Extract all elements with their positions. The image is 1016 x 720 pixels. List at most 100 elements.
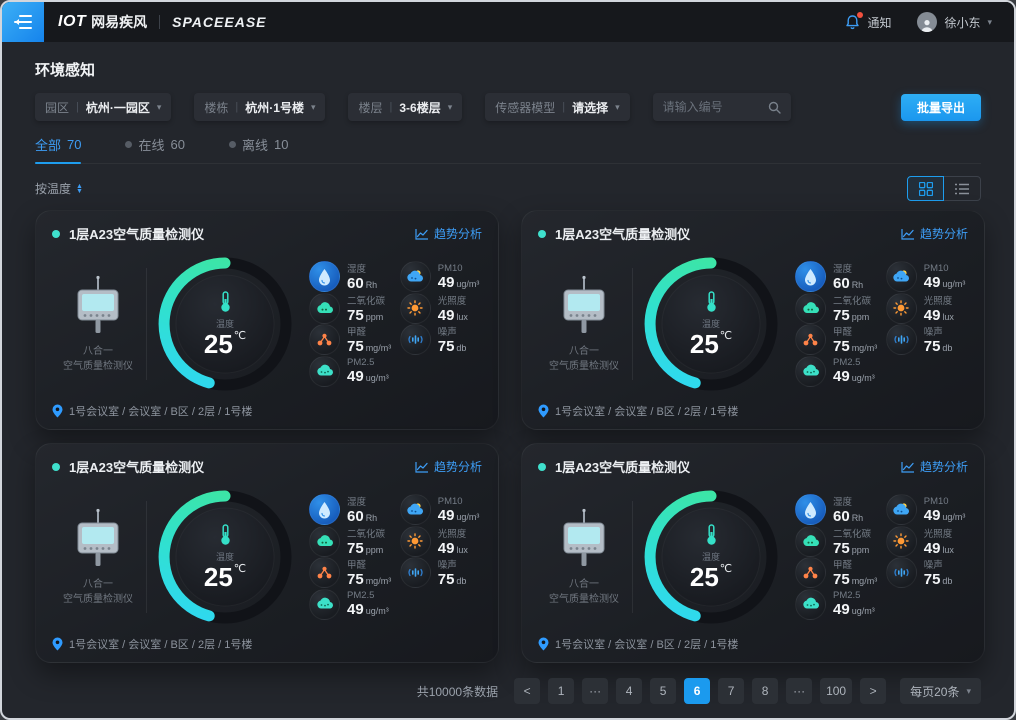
gauge-unit: ℃ (720, 329, 732, 342)
metric-name: 二氧化碳 (833, 293, 871, 307)
metric-unit: ug/m³ (456, 279, 479, 289)
device-caption-line1: 八合一 (549, 577, 619, 592)
metric-name: 甲醛 (347, 557, 391, 571)
page-button[interactable]: 100 (820, 678, 852, 704)
metric-illuminance: 光照度 49 lux (886, 293, 968, 325)
online-status-icon (538, 230, 546, 238)
metric-co2: 二氧化碳 75 ppm (795, 526, 880, 558)
floor-filter[interactable]: 楼层 | 3-6楼层 ▾ (348, 93, 462, 121)
vertical-divider (146, 501, 147, 613)
tab-online-label: 在线 (138, 135, 164, 154)
metric-unit: ug/m³ (942, 279, 965, 289)
formaldehyde-icon (795, 324, 826, 355)
trend-analysis-link[interactable]: 趋势分析 (901, 458, 968, 475)
metric-illuminance: 光照度 49 lux (400, 293, 482, 325)
lux-icon (400, 293, 431, 324)
card-body: 八合一 空气质量检测仪 (52, 480, 482, 634)
metric-value: 49 (438, 275, 455, 292)
search-icon[interactable] (768, 101, 781, 114)
tab-offline-label: 离线 (242, 135, 268, 154)
device-location: 1号会议室 / 会议室 / B区 / 2层 / 1号楼 (69, 636, 252, 652)
tab-all-label: 全部 (35, 135, 61, 154)
pm10-icon (400, 261, 431, 292)
online-status-icon (52, 230, 60, 238)
page-next-button[interactable]: > (860, 678, 886, 704)
sensor-model-filter[interactable]: 传感器模型 | 请选择 ▾ (485, 93, 629, 121)
metric-value: 75 (347, 308, 364, 325)
page-button[interactable]: 1 (548, 678, 574, 704)
park-filter[interactable]: 园区 | 杭州·一园区 ▾ (35, 93, 171, 121)
logo-iot-text: IOT (58, 13, 86, 31)
thermometer-icon (218, 291, 233, 313)
batch-export-button[interactable]: 批量导出 (901, 94, 981, 121)
filter-separator: | (562, 101, 565, 113)
page-size-select[interactable]: 每页20条 ▾ (900, 678, 981, 704)
tab-online[interactable]: 在线 60 (125, 135, 184, 163)
page-button-active[interactable]: 6 (684, 678, 710, 704)
grid-view-button[interactable] (907, 176, 944, 201)
humidity-icon (795, 494, 826, 525)
gauge-center: 温度 25 ℃ (636, 249, 786, 399)
page-ellipsis[interactable]: ··· (786, 678, 812, 704)
metric-unit: ug/m³ (366, 373, 389, 383)
temperature-gauge: 温度 25 ℃ (150, 249, 300, 399)
pm10-icon (886, 494, 917, 525)
card-footer: 1号会议室 / 会议室 / B区 / 2层 / 1号楼 (52, 403, 482, 419)
gauge-unit: ℃ (234, 329, 246, 342)
tab-all[interactable]: 全部 70 (35, 135, 81, 163)
metric-name: 二氧化碳 (347, 293, 385, 307)
sidebar-collapse-button[interactable] (2, 2, 44, 42)
formaldehyde-icon (309, 557, 340, 588)
logo-brand-text: 网易疾风 (91, 12, 147, 32)
device-title: 1层A23空气质量检测仪 (555, 457, 690, 476)
sort-by-temperature[interactable]: 按温度 ▲▼ (35, 180, 83, 197)
metric-pm25: PM2.5 49 ug/m³ (795, 589, 880, 621)
tab-offline[interactable]: 离线 10 (229, 135, 288, 163)
page-button[interactable]: 7 (718, 678, 744, 704)
building-filter[interactable]: 楼栋 | 杭州·1号楼 ▾ (194, 93, 325, 121)
metric-value: 75 (924, 339, 941, 356)
trend-analysis-link[interactable]: 趋势分析 (415, 458, 482, 475)
metric-name: 二氧化碳 (347, 526, 385, 540)
page-prev-button[interactable]: < (514, 678, 540, 704)
page-button[interactable]: 4 (616, 678, 642, 704)
collapse-menu-icon (14, 15, 32, 29)
building-filter-label: 楼栋 (204, 99, 228, 116)
co2-icon (795, 526, 826, 557)
metric-unit: lux (456, 545, 468, 555)
online-status-icon (538, 463, 546, 471)
pm25-icon (795, 589, 826, 620)
temperature-gauge: 温度 25 ℃ (150, 482, 300, 632)
metric-name: 噪声 (438, 557, 467, 571)
page-button[interactable]: 5 (650, 678, 676, 704)
page-ellipsis[interactable]: ··· (582, 678, 608, 704)
card-body: 八合一 空气质量检测仪 (52, 247, 482, 401)
notifications-button[interactable]: 通知 (845, 14, 891, 31)
card-header: 1层A23空气质量检测仪 趋势分析 (538, 457, 968, 476)
metric-humidity: 湿度 60 Rh (795, 261, 880, 293)
park-filter-value: 杭州·一园区 (86, 99, 150, 116)
metric-formaldehyde: 甲醛 75 mg/m³ (795, 324, 880, 356)
device-caption-line2: 空气质量检测仪 (549, 592, 619, 607)
trend-analysis-link[interactable]: 趋势分析 (901, 225, 968, 242)
metric-name: 湿度 (347, 261, 377, 275)
metric-unit: ug/m³ (456, 512, 479, 522)
trend-analysis-link[interactable]: 趋势分析 (415, 225, 482, 242)
search-input[interactable] (663, 100, 768, 114)
list-view-icon (955, 183, 969, 195)
metric-value: 49 (347, 602, 364, 619)
device-caption: 八合一 空气质量检测仪 (63, 577, 133, 607)
page-button[interactable]: 8 (752, 678, 778, 704)
metric-humidity: 湿度 60 Rh (309, 261, 394, 293)
device-zone: 八合一 空气质量检测仪 (538, 275, 630, 374)
gauge-zone: 温度 25 ℃ (635, 249, 787, 399)
list-view-button[interactable] (944, 176, 981, 201)
pm25-icon (309, 589, 340, 620)
user-menu[interactable]: 徐小东 ▾ (917, 12, 992, 32)
device-title: 1层A23空气质量检测仪 (69, 224, 204, 243)
co2-icon (309, 526, 340, 557)
metric-value: 49 (924, 541, 941, 558)
pm25-icon (795, 356, 826, 387)
metric-name: 湿度 (833, 494, 863, 508)
metric-pm10: PM10 49 ug/m³ (400, 261, 482, 293)
